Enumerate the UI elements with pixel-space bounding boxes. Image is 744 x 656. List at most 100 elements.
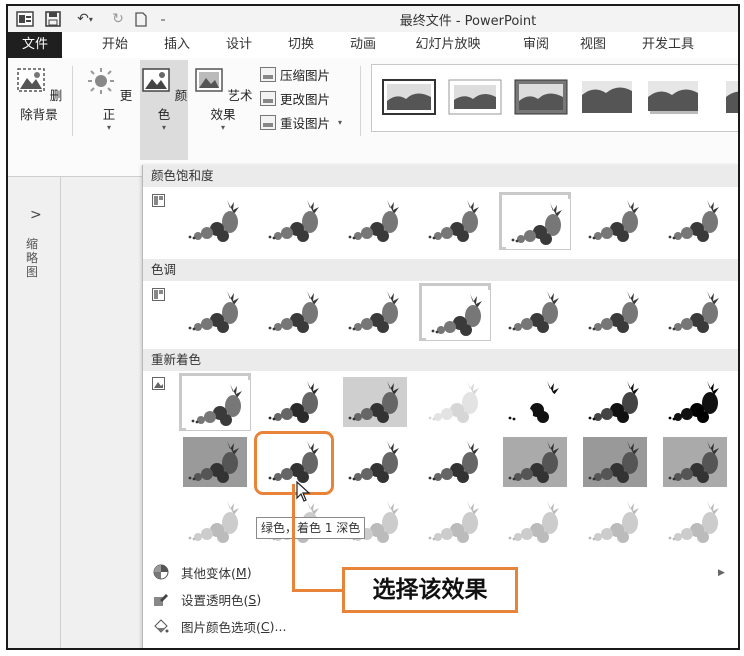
recolor-option-thumbnail[interactable]: [499, 373, 571, 431]
customize-qat-icon[interactable]: ₌: [156, 9, 170, 29]
recolor-option-thumbnail[interactable]: [419, 433, 491, 491]
saturation-option-thumbnail[interactable]: [419, 192, 491, 250]
tone-option-thumbnail[interactable]: [339, 283, 411, 341]
saturation-option-thumbnail[interactable]: [339, 192, 411, 250]
recolor-option-thumbnail[interactable]: [659, 433, 731, 491]
remove-background-icon: [17, 68, 45, 92]
tab-file[interactable]: 文件: [8, 32, 62, 58]
save-icon[interactable]: [42, 9, 64, 29]
paint-bucket-icon: [153, 618, 169, 634]
picture-style-shadow[interactable]: [646, 79, 700, 115]
mouse-cursor-icon: [296, 481, 311, 502]
callout-connector: [292, 589, 342, 592]
saturation-option-thumbnail[interactable]: [499, 192, 571, 250]
recolor-option-thumbnail[interactable]: [419, 493, 491, 551]
tooltip: 绿色，着色 1 深色: [256, 517, 366, 539]
ribbon-picture-format: 删除背景 更正 ▾ 颜色 ▾ 艺术效果 ▾ 压缩图片 更改图片 重设图片 ▾: [8, 58, 738, 177]
tab-slideshow[interactable]: 幻灯片放映: [404, 32, 492, 58]
thumbnails-pane: > 缩略图: [8, 177, 142, 648]
change-picture-button[interactable]: 更改图片: [260, 88, 330, 108]
saturation-option-thumbnail[interactable]: [259, 192, 331, 250]
chevron-down-icon: ▾: [106, 123, 111, 132]
change-picture-icon: [260, 90, 276, 106]
picture-color-options-menu-item[interactable]: 图片颜色选项(C)...: [153, 615, 286, 637]
ribbon-tabs: 文件 开始 插入 设计 切换 动画 幻灯片放映 审阅 视图 开发工具: [8, 32, 738, 59]
picture-style-white-frame[interactable]: [448, 79, 502, 115]
set-transparent-color-menu-item[interactable]: 设置透明色(S): [153, 588, 261, 610]
chevron-down-icon: ▾: [161, 123, 166, 132]
recolor-option-thumbnail[interactable]: [339, 433, 411, 491]
tone-option-thumbnail[interactable]: [659, 283, 731, 341]
saturation-option-thumbnail[interactable]: [659, 192, 731, 250]
recolor-option-thumbnail[interactable]: [179, 373, 251, 431]
artistic-effects-button[interactable]: 艺术效果 ▾: [192, 66, 254, 133]
ribbon-separator: [360, 66, 361, 136]
tone-option-thumbnail[interactable]: [259, 283, 331, 341]
artistic-effects-icon: [194, 68, 223, 92]
recolor-icon: [152, 377, 165, 390]
section-header-tone: 色调: [143, 259, 738, 281]
recolor-option-thumbnail[interactable]: [579, 433, 651, 491]
chevron-down-icon: ▾: [338, 117, 343, 127]
color-wheel-icon: [153, 564, 169, 580]
reset-picture-icon: [260, 114, 276, 130]
reset-picture-button[interactable]: 重设图片 ▾: [260, 112, 342, 132]
undo-icon[interactable]: ↶ ▾: [70, 9, 100, 29]
submenu-arrow-icon: ▶: [718, 568, 725, 578]
callout-connector: [292, 484, 295, 592]
tab-transitions[interactable]: 切换: [278, 32, 324, 58]
tab-review[interactable]: 审阅: [513, 32, 559, 58]
saturation-icon: [152, 194, 165, 207]
recolor-option-thumbnail[interactable]: [659, 493, 731, 551]
expand-pane-chevron-icon[interactable]: >: [30, 207, 42, 223]
title-bar: ↶ ▾ ↻ ₌ 最终文件 - PowerPoint: [8, 6, 738, 32]
color-button[interactable]: 颜色 ▾: [140, 60, 188, 160]
chevron-down-icon: ▾: [220, 123, 225, 132]
color-picture-icon: [142, 68, 170, 92]
picture-style-metal-frame[interactable]: [514, 79, 568, 115]
recolor-option-thumbnail[interactable]: [579, 373, 651, 431]
powerpoint-window: ↶ ▾ ↻ ₌ 最终文件 - PowerPoint 文件 开始 插入 设计 切换 …: [6, 4, 740, 650]
tab-design[interactable]: 设计: [216, 32, 262, 58]
picture-style-partial[interactable]: [712, 79, 740, 115]
tone-option-thumbnail[interactable]: [579, 283, 651, 341]
tone-option-thumbnail[interactable]: [179, 283, 251, 341]
section-header-recolor: 重新着色: [143, 349, 738, 371]
corrections-sun-icon: [87, 68, 114, 94]
recolor-option-thumbnail[interactable]: [339, 373, 411, 431]
tab-animations[interactable]: 动画: [340, 32, 386, 58]
thumbnails-vertical-label: 缩略图: [26, 237, 40, 279]
remove-background-button[interactable]: 删除背景: [10, 66, 68, 123]
corrections-button[interactable]: 更正 ▾: [84, 66, 134, 133]
recolor-option-thumbnail[interactable]: [499, 433, 571, 491]
more-variants-menu-item[interactable]: 其他变体(M): [153, 561, 252, 583]
saturation-option-thumbnail[interactable]: [579, 192, 651, 250]
recolor-option-thumbnail[interactable]: [499, 493, 571, 551]
picture-style-simple-frame[interactable]: [382, 79, 436, 115]
section-header-saturation: 颜色饱和度: [143, 165, 738, 187]
tone-option-thumbnail[interactable]: [419, 283, 491, 341]
recolor-option-thumbnail[interactable]: [659, 373, 731, 431]
picture-style-soft-edge[interactable]: [580, 79, 634, 115]
callout-label: 选择该效果: [342, 567, 518, 613]
ribbon-separator: [72, 66, 73, 136]
pane-divider: [60, 177, 61, 648]
tone-option-thumbnail[interactable]: [499, 283, 571, 341]
recolor-option-thumbnail[interactable]: [179, 433, 251, 491]
recolor-option-thumbnail[interactable]: [419, 373, 491, 431]
saturation-option-thumbnail[interactable]: [179, 192, 251, 250]
compress-pictures-button[interactable]: 压缩图片: [260, 64, 330, 84]
redo-icon[interactable]: ↻: [108, 9, 128, 29]
tab-home[interactable]: 开始: [92, 32, 138, 58]
eyedropper-icon: [153, 591, 169, 607]
picture-styles-gallery: [371, 64, 740, 132]
powerpoint-app-icon[interactable]: [14, 9, 36, 29]
compress-icon: [260, 66, 276, 82]
recolor-option-thumbnail[interactable]: [259, 373, 331, 431]
tab-developer[interactable]: 开发工具: [630, 32, 706, 58]
recolor-option-thumbnail[interactable]: [179, 493, 251, 551]
tab-view[interactable]: 视图: [570, 32, 616, 58]
recolor-option-thumbnail[interactable]: [579, 493, 651, 551]
tab-insert[interactable]: 插入: [154, 32, 200, 58]
new-file-icon[interactable]: [132, 9, 150, 29]
